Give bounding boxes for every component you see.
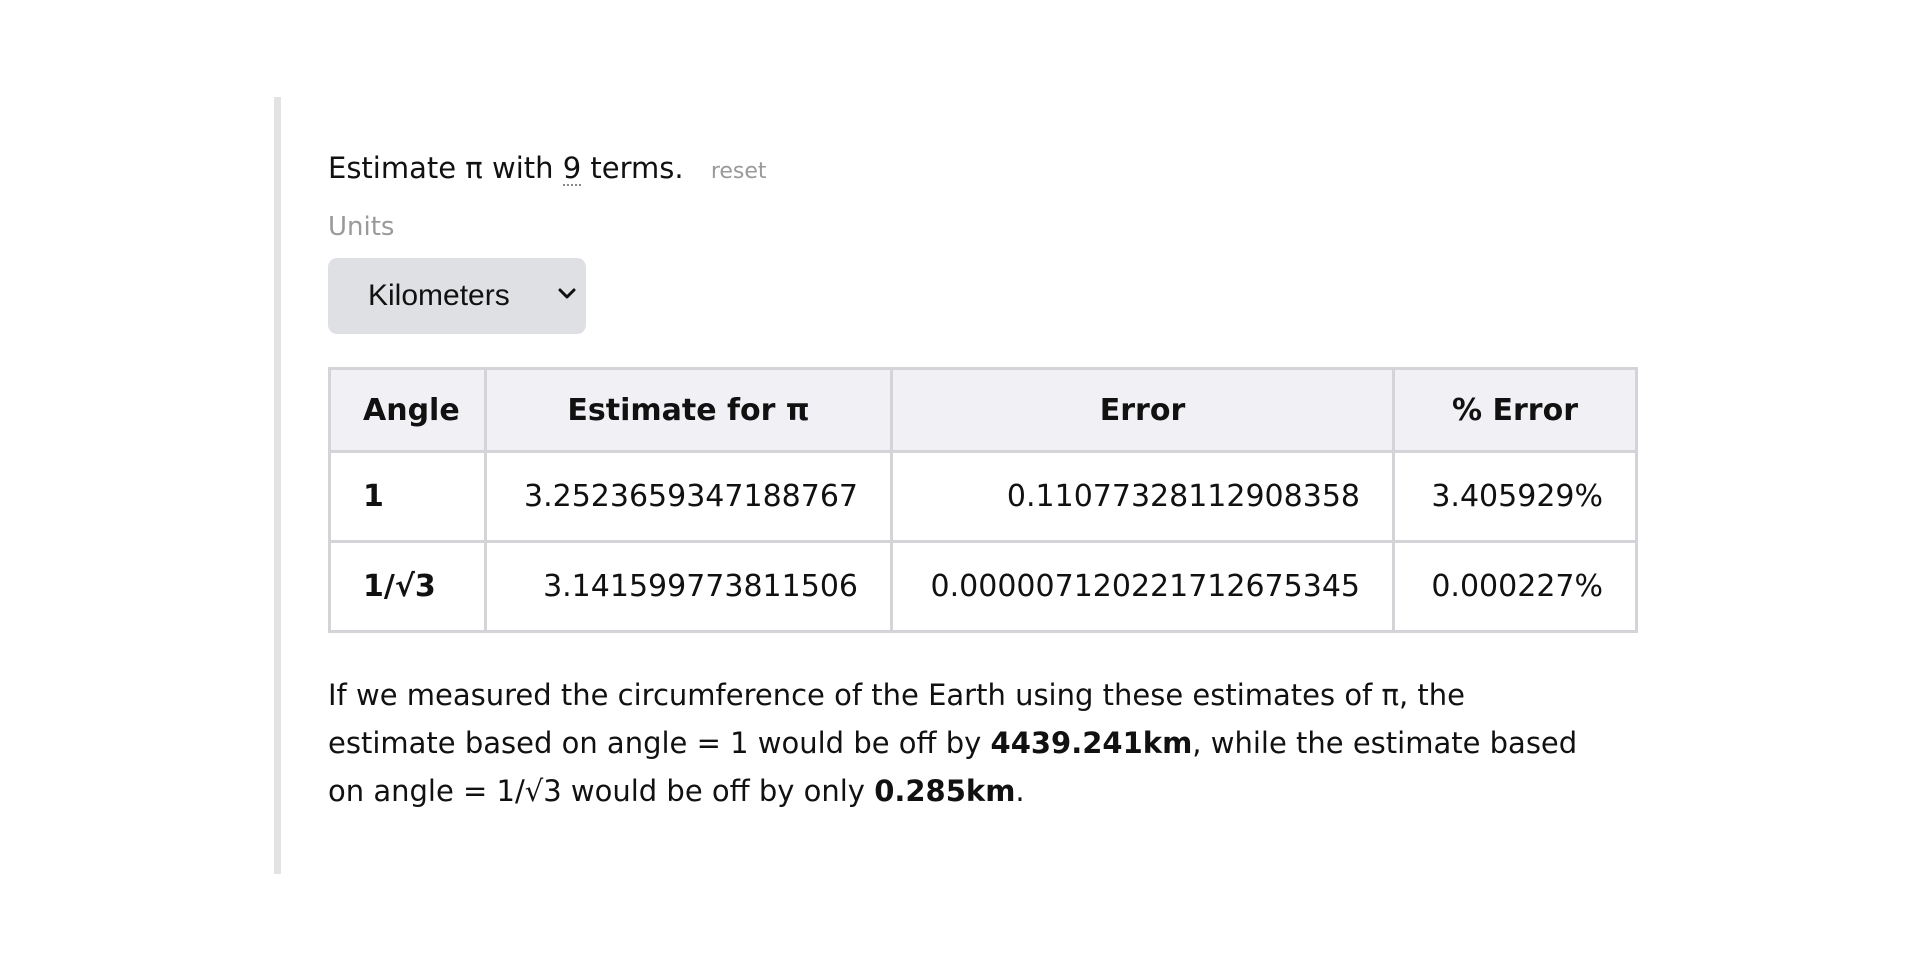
estimate-sentence: Estimate π with 9 terms. reset xyxy=(328,146,1648,190)
units-label: Units xyxy=(328,212,395,242)
header-percent-error: % Error xyxy=(1392,367,1638,453)
error-distance-angle-1: 4439.241km xyxy=(990,726,1193,760)
estimate-cell: 3.141599773811506 xyxy=(484,540,893,633)
estimate-suffix: terms. xyxy=(590,151,684,185)
explorable-content: Estimate π with 9 terms. reset Units Kil… xyxy=(328,146,1648,844)
pi-estimates-table: Angle Estimate for π Error % Error 1 3.2… xyxy=(328,367,1638,633)
percent-error-cell: 0.000227% xyxy=(1392,540,1638,633)
blockquote-bar xyxy=(274,97,281,874)
header-error: Error xyxy=(890,367,1395,453)
percent-error-cell: 3.405929% xyxy=(1392,450,1638,543)
earth-circumference-summary: If we measured the circumference of the … xyxy=(328,671,1588,815)
error-distance-angle-inv-sqrt3: 0.285km xyxy=(874,774,1016,808)
chevron-down-icon xyxy=(558,288,576,299)
error-cell: 0.0000071202217126753​45 xyxy=(890,540,1395,633)
reset-link[interactable]: reset xyxy=(711,159,767,184)
estimate-prefix: Estimate π with xyxy=(328,151,554,185)
units-select[interactable]: Kilometers xyxy=(328,258,586,334)
header-angle: Angle xyxy=(328,367,487,453)
summary-text-3: . xyxy=(1015,774,1025,808)
angle-cell: 1 xyxy=(328,450,487,543)
units-selected-value: Kilometers xyxy=(368,279,510,312)
page: Estimate π with 9 terms. reset Units Kil… xyxy=(0,0,1920,960)
error-cell: 0.11077328112908358 xyxy=(890,450,1395,543)
table-row: 1/√3 3.141599773811506 0.000007120221712… xyxy=(328,540,1638,633)
angle-cell: 1/√3 xyxy=(328,540,487,633)
table-header-row: Angle Estimate for π Error % Error xyxy=(328,367,1638,453)
estimate-cell: 3.2523659347188767 xyxy=(484,450,893,543)
header-estimate: Estimate for π xyxy=(484,367,893,453)
table-row: 1 3.2523659347188767 0.11077328112908358… xyxy=(328,450,1638,543)
terms-count-scrubber[interactable]: 9 xyxy=(562,152,582,186)
